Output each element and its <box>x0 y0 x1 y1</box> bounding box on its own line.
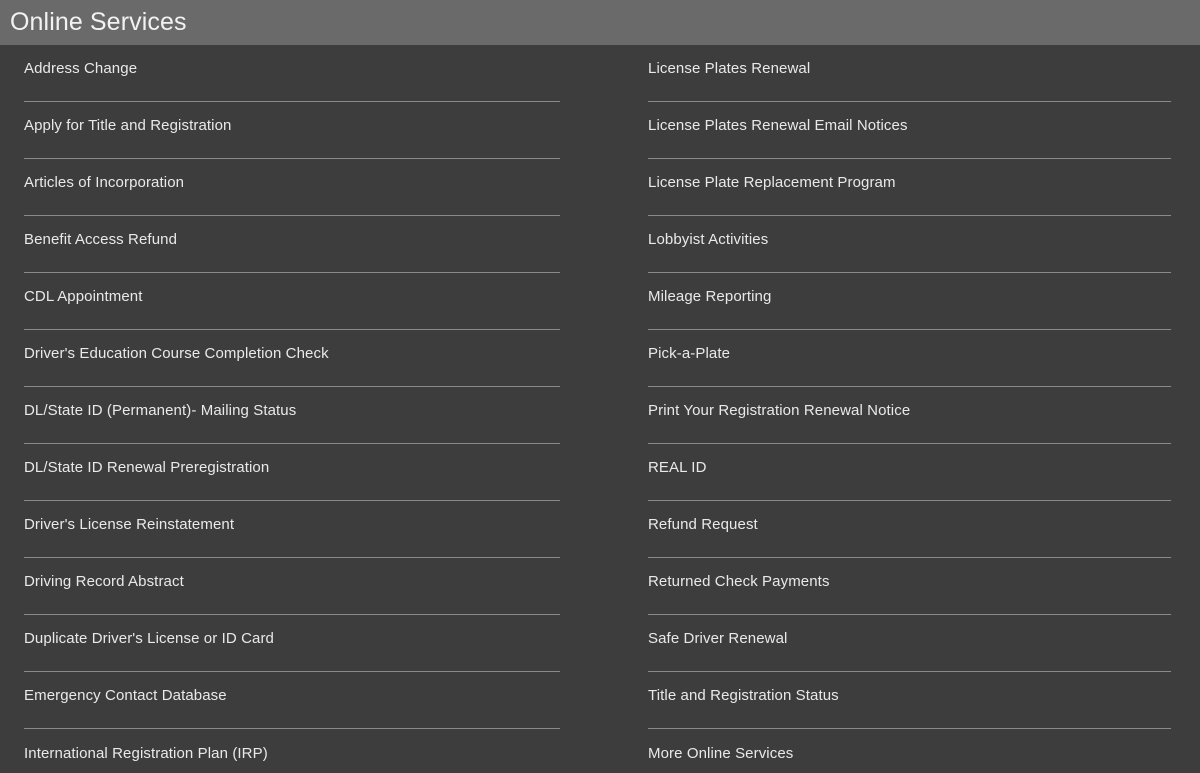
page-title: Online Services <box>10 8 187 36</box>
service-link-print-your-registration-renewal-notice[interactable]: Print Your Registration Renewal Notice <box>648 387 1171 444</box>
service-label: Safe Driver Renewal <box>648 630 788 647</box>
online-services-page: Online Services Address Change Apply for… <box>0 0 1200 773</box>
service-label: Apply for Title and Registration <box>24 117 232 134</box>
service-link-cdl-appointment[interactable]: CDL Appointment <box>24 273 560 330</box>
service-label: Mileage Reporting <box>648 288 772 305</box>
service-link-drivers-education-course-completion-check[interactable]: Driver's Education Course Completion Che… <box>24 330 560 387</box>
service-label: REAL ID <box>648 459 707 476</box>
service-link-dl-state-id-renewal-preregistration[interactable]: DL/State ID Renewal Preregistration <box>24 444 560 501</box>
service-label: More Online Services <box>648 744 794 762</box>
service-label: Duplicate Driver's License or ID Card <box>24 630 274 647</box>
service-link-address-change[interactable]: Address Change <box>24 45 560 102</box>
service-label: CDL Appointment <box>24 288 143 305</box>
service-link-more-online-services[interactable]: More Online Services <box>648 729 1171 773</box>
service-link-refund-request[interactable]: Refund Request <box>648 501 1171 558</box>
service-label: License Plates Renewal Email Notices <box>648 117 908 134</box>
service-label: DL/State ID (Permanent)- Mailing Status <box>24 402 297 419</box>
service-link-safe-driver-renewal[interactable]: Safe Driver Renewal <box>648 615 1171 672</box>
service-link-dl-state-id-permanent-mailing-status[interactable]: DL/State ID (Permanent)- Mailing Status <box>24 387 560 444</box>
service-link-apply-for-title-and-registration[interactable]: Apply for Title and Registration <box>24 102 560 159</box>
service-label: Lobbyist Activities <box>648 231 769 248</box>
service-link-pick-a-plate[interactable]: Pick-a-Plate <box>648 330 1171 387</box>
service-label: Refund Request <box>648 516 758 533</box>
service-link-license-plates-renewal-email-notices[interactable]: License Plates Renewal Email Notices <box>648 102 1171 159</box>
service-link-returned-check-payments[interactable]: Returned Check Payments <box>648 558 1171 615</box>
service-link-license-plate-replacement-program[interactable]: License Plate Replacement Program <box>648 159 1171 216</box>
service-link-license-plates-renewal[interactable]: License Plates Renewal <box>648 45 1171 102</box>
service-link-title-and-registration-status[interactable]: Title and Registration Status <box>648 672 1171 729</box>
service-link-drivers-license-reinstatement[interactable]: Driver's License Reinstatement <box>24 501 560 558</box>
services-column-left: Address Change Apply for Title and Regis… <box>0 45 612 773</box>
service-label: Title and Registration Status <box>648 687 839 704</box>
service-link-mileage-reporting[interactable]: Mileage Reporting <box>648 273 1171 330</box>
service-link-real-id[interactable]: REAL ID <box>648 444 1171 501</box>
service-label: Address Change <box>24 60 138 77</box>
service-label: Emergency Contact Database <box>24 687 227 704</box>
service-label: DL/State ID Renewal Preregistration <box>24 459 270 476</box>
service-label: Pick-a-Plate <box>648 345 731 362</box>
services-column-right: License Plates Renewal License Plates Re… <box>612 45 1200 773</box>
services-columns: Address Change Apply for Title and Regis… <box>0 45 1200 773</box>
service-label: Driving Record Abstract <box>24 573 184 590</box>
service-link-benefit-access-refund[interactable]: Benefit Access Refund <box>24 216 560 273</box>
page-header: Online Services <box>0 0 1200 45</box>
service-link-duplicate-drivers-license-or-id-card[interactable]: Duplicate Driver's License or ID Card <box>24 615 560 672</box>
service-label: Benefit Access Refund <box>24 231 178 248</box>
service-link-driving-record-abstract[interactable]: Driving Record Abstract <box>24 558 560 615</box>
service-label: International Registration Plan (IRP) <box>24 744 268 762</box>
service-link-emergency-contact-database[interactable]: Emergency Contact Database <box>24 672 560 729</box>
service-label: License Plate Replacement Program <box>648 174 896 191</box>
service-label: Driver's Education Course Completion Che… <box>24 345 329 362</box>
service-link-articles-of-incorporation[interactable]: Articles of Incorporation <box>24 159 560 216</box>
service-label: License Plates Renewal <box>648 60 811 77</box>
service-label: Driver's License Reinstatement <box>24 516 235 533</box>
service-label: Print Your Registration Renewal Notice <box>648 402 911 419</box>
service-label: Articles of Incorporation <box>24 174 185 191</box>
service-label: Returned Check Payments <box>648 573 830 590</box>
service-link-international-registration-plan-irp[interactable]: International Registration Plan (IRP) <box>24 729 560 773</box>
service-link-lobbyist-activities[interactable]: Lobbyist Activities <box>648 216 1171 273</box>
